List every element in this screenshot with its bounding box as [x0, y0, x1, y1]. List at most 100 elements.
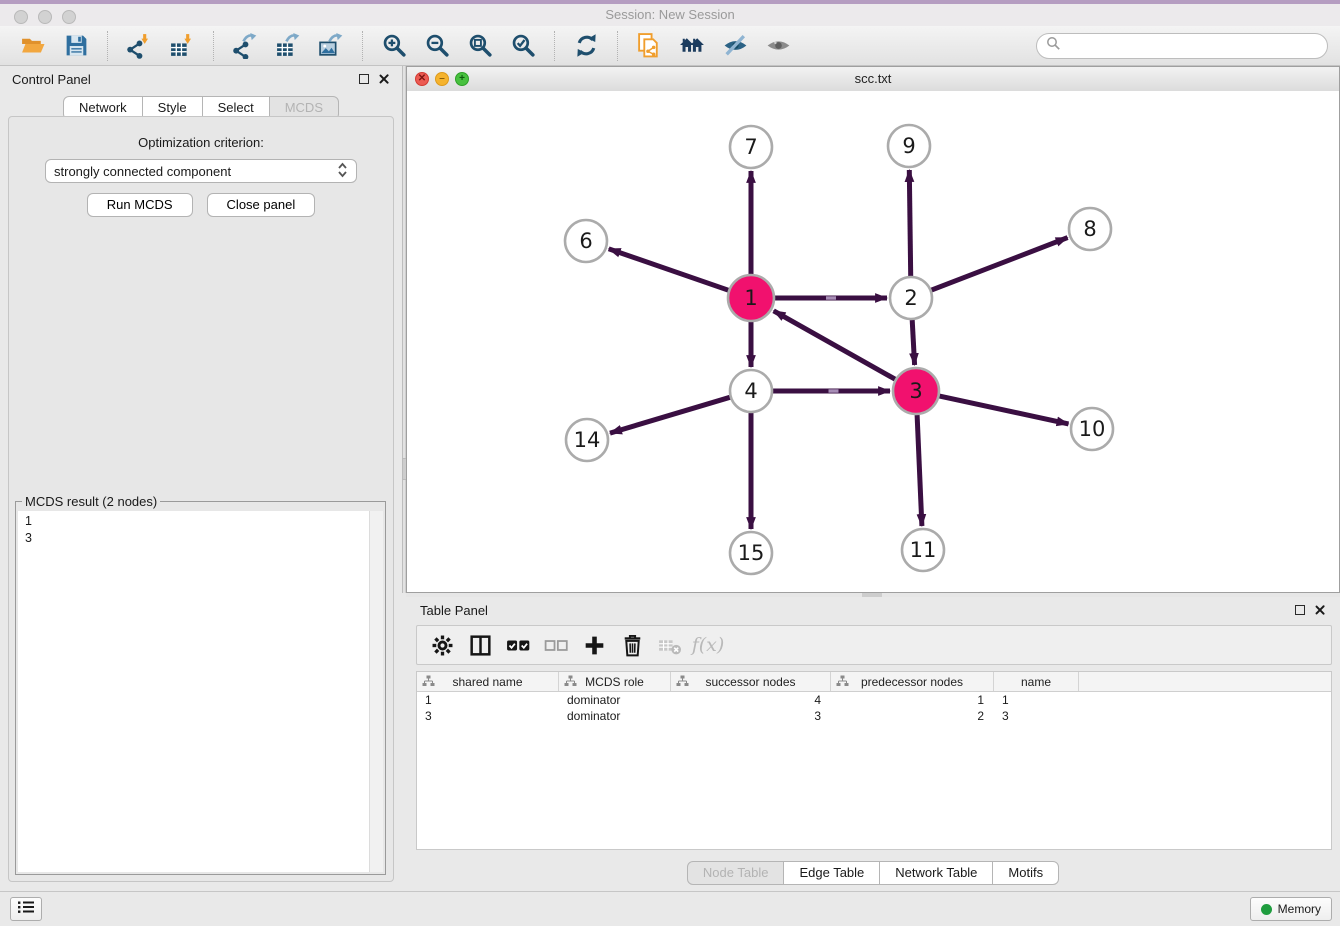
table-cell[interactable]: dominator	[559, 708, 671, 724]
edge-3-11[interactable]	[917, 415, 922, 526]
table-toolbar: f(x)	[416, 625, 1332, 665]
deselect-all-icon[interactable]	[537, 628, 575, 662]
tab-motifs[interactable]: Motifs	[992, 861, 1059, 885]
edge-2-9[interactable]	[909, 170, 910, 276]
table-cell[interactable]: 3	[994, 708, 1079, 724]
edge-2-3[interactable]	[912, 320, 914, 365]
memory-button[interactable]: Memory	[1250, 897, 1332, 921]
network-window-title: scc.txt	[407, 71, 1339, 86]
search-field[interactable]	[1036, 33, 1328, 59]
node-3-label: 3	[909, 379, 922, 403]
toolbar-separator	[554, 31, 556, 61]
table-panel: Table Panel f(x) shared nameMCDS rolesuc…	[406, 597, 1340, 892]
trash-icon[interactable]	[613, 628, 651, 662]
column-header-mcds-role[interactable]: MCDS role	[559, 672, 671, 691]
float-panel-icon[interactable]	[359, 74, 369, 84]
node-2-label: 2	[904, 286, 917, 310]
table-row[interactable]: 1dominator411	[417, 692, 1331, 708]
mcds-result-scrollbar[interactable]	[369, 511, 383, 872]
import-network-icon[interactable]	[118, 29, 161, 63]
tab-network-table[interactable]: Network Table	[879, 861, 993, 885]
optimization-criterion-label: Optimization criterion:	[9, 135, 393, 150]
column-label: name	[1021, 675, 1051, 689]
fx-icon: f(x)	[689, 628, 727, 662]
table-cell[interactable]: 2	[831, 708, 994, 724]
gear-icon[interactable]	[423, 628, 461, 662]
table-cell[interactable]: 4	[671, 692, 831, 708]
memory-label: Memory	[1278, 902, 1321, 916]
table-cell[interactable]: 1	[994, 692, 1079, 708]
ndex-homes-icon[interactable]	[671, 29, 714, 63]
task-history-button[interactable]	[10, 897, 42, 921]
column-header-name[interactable]: name	[994, 672, 1079, 691]
network-window: ✕ – + scc.txt 7968124314101511	[406, 66, 1340, 593]
float-table-panel-icon[interactable]	[1295, 605, 1305, 615]
node-9-label: 9	[902, 134, 915, 158]
network-canvas[interactable]: 7968124314101511	[407, 91, 1339, 592]
zoom-in-icon[interactable]	[373, 29, 416, 63]
export-table-icon[interactable]	[267, 29, 310, 63]
node-14-label: 14	[574, 428, 601, 452]
show-all-icon[interactable]	[757, 29, 800, 63]
node-8-label: 8	[1083, 217, 1096, 241]
close-panel-icon[interactable]	[378, 73, 390, 85]
column-header-predecessor-nodes[interactable]: predecessor nodes	[831, 672, 994, 691]
edge-2-8[interactable]	[932, 238, 1068, 291]
search-icon	[1046, 36, 1061, 56]
export-network-icon[interactable]	[224, 29, 267, 63]
column-header-shared-name[interactable]: shared name	[417, 672, 559, 691]
table-cell[interactable]: 1	[831, 692, 994, 708]
table-cell[interactable]: dominator	[559, 692, 671, 708]
refresh-icon[interactable]	[565, 29, 608, 63]
export-image-icon[interactable]	[310, 29, 353, 63]
memory-status-icon	[1261, 904, 1272, 915]
table-body: 1dominator4113dominator323	[417, 692, 1331, 724]
save-session-icon[interactable]	[55, 29, 98, 63]
control-panel: Control Panel NetworkStyleSelectMCDS Opt…	[0, 66, 402, 892]
column-label: MCDS role	[585, 675, 644, 689]
edge-4-14[interactable]	[610, 397, 730, 433]
table-row[interactable]: 3dominator323	[417, 708, 1331, 724]
zoom-out-icon[interactable]	[416, 29, 459, 63]
table-header-row: shared name MCDS role successor nodesprede…	[417, 672, 1331, 692]
table-cell[interactable]: 3	[417, 708, 559, 724]
edge-label-mark	[829, 389, 839, 392]
select-all-icon[interactable]	[499, 628, 537, 662]
close-panel-button[interactable]: Close panel	[207, 193, 316, 217]
edge-1-6[interactable]	[609, 249, 729, 290]
mcds-result-title: MCDS result (2 nodes)	[22, 494, 160, 509]
edge-3-1[interactable]	[774, 311, 896, 379]
node-7-label: 7	[744, 135, 757, 159]
import-table-icon[interactable]	[161, 29, 204, 63]
hierarchy-icon	[676, 675, 689, 690]
mcds-result-list[interactable]: 13	[18, 511, 369, 872]
tab-node-table[interactable]: Node Table	[687, 861, 785, 885]
open-file-icon[interactable]	[12, 29, 55, 63]
zoom-fit-icon[interactable]	[459, 29, 502, 63]
list-icon	[17, 899, 35, 920]
optimization-dropdown[interactable]: strongly connected component	[45, 159, 357, 183]
toolbar-items	[12, 29, 800, 63]
control-panel-header: Control Panel	[0, 66, 402, 92]
run-mcds-button[interactable]: Run MCDS	[87, 193, 193, 217]
table-cell[interactable]: 1	[417, 692, 559, 708]
column-header-successor-nodes[interactable]: successor nodes	[671, 672, 831, 691]
node-4-label: 4	[744, 379, 757, 403]
add-icon[interactable]	[575, 628, 613, 662]
table-cell[interactable]: 3	[671, 708, 831, 724]
node-15-label: 15	[738, 541, 765, 565]
edge-3-10[interactable]	[940, 396, 1069, 424]
zoom-selected-icon[interactable]	[502, 29, 545, 63]
hide-selected-icon[interactable]	[714, 29, 757, 63]
hierarchy-icon	[836, 675, 849, 690]
toolbar-separator	[362, 31, 364, 61]
clone-network-icon[interactable]	[628, 29, 671, 63]
search-input[interactable]	[1067, 37, 1318, 54]
network-window-titlebar[interactable]: ✕ – + scc.txt	[407, 67, 1339, 92]
edge-label-mark	[826, 296, 836, 299]
columns-icon[interactable]	[461, 628, 499, 662]
toolbar-separator	[107, 31, 109, 61]
close-table-panel-icon[interactable]	[1314, 604, 1326, 616]
tab-edge-table[interactable]: Edge Table	[783, 861, 880, 885]
hierarchy-icon	[422, 675, 435, 690]
